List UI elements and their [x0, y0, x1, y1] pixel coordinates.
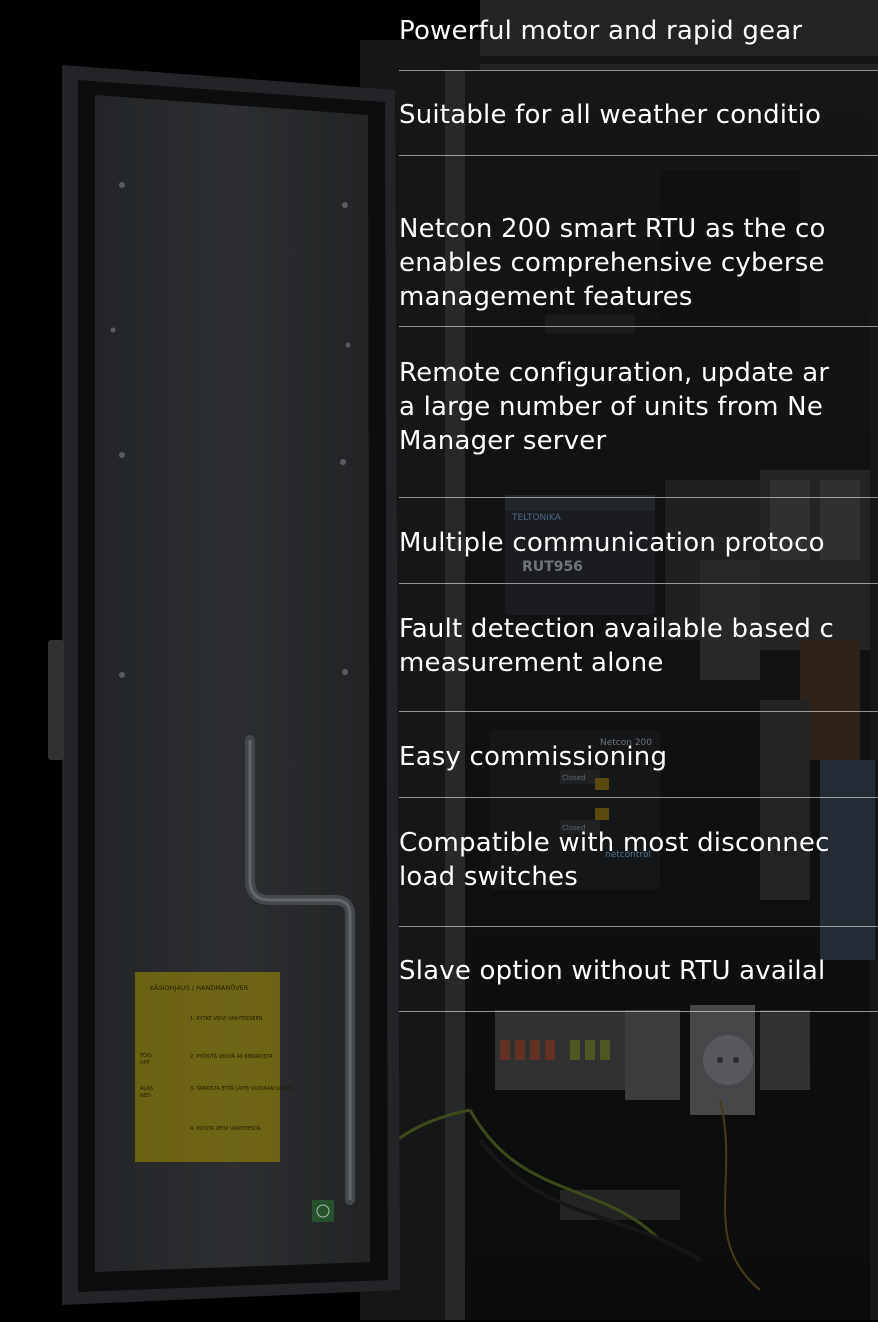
divider	[399, 926, 878, 927]
feature-item: Slave option without RTU availal	[399, 954, 878, 988]
feature-text: a large number of units from Ne	[399, 392, 824, 422]
svg-text:Closed: Closed	[562, 774, 586, 782]
feature-text: Easy commissioning	[399, 742, 668, 772]
feature-item: Netcon 200 smart RTU as the co enables c…	[399, 212, 878, 314]
svg-text:ALAS: ALAS	[140, 1086, 153, 1092]
feature-text: Compatible with most disconnec	[399, 828, 830, 858]
feature-text: Multiple communication protoco	[399, 528, 825, 558]
divider	[399, 70, 878, 71]
divider	[399, 155, 878, 156]
feature-item: Remote configuration, update ar a large …	[399, 356, 878, 458]
feature-item: Easy commissioning	[399, 740, 878, 774]
feature-item: Fault detection available based c measur…	[399, 612, 878, 680]
svg-text:1. KYTKE VEIVI VAIHTEESEEN: 1. KYTKE VEIVI VAIHTEESEEN	[190, 1016, 263, 1022]
feature-text: load switches	[399, 862, 578, 892]
divider	[399, 1011, 878, 1012]
divider	[399, 711, 878, 712]
ground-icon	[312, 1200, 334, 1222]
divider	[399, 797, 878, 798]
feature-text: Suitable for all weather conditio	[399, 100, 822, 130]
feature-text: enables comprehensive cyberse	[399, 248, 825, 278]
router-model: RUT956	[522, 559, 583, 575]
feature-text: Fault detection available based c	[399, 614, 834, 644]
feature-item: Powerful motor and rapid gear	[399, 14, 878, 48]
svg-text:TÖIS: TÖIS	[139, 1052, 152, 1059]
feature-item: Suitable for all weather conditio	[399, 98, 878, 132]
divider	[399, 497, 878, 498]
divider	[399, 326, 878, 327]
svg-text:NED: NED	[140, 1093, 151, 1099]
feature-text: Remote configuration, update ar	[399, 358, 830, 388]
svg-text:4. POISTA VEIVI VAIHTEESTA: 4. POISTA VEIVI VAIHTEESTA	[190, 1126, 261, 1132]
feature-item: Multiple communication protoco	[399, 526, 878, 560]
feature-item: Compatible with most disconnec load swit…	[399, 826, 878, 894]
feature-text: Manager server	[399, 426, 607, 456]
feature-text: Powerful motor and rapid gear	[399, 16, 803, 46]
svg-text:3. TARKISTA ETTÄ LAITE VOIDAAN: 3. TARKISTA ETTÄ LAITE VOIDAAN LUKITA	[190, 1085, 293, 1092]
feature-text: Slave option without RTU availal	[399, 956, 826, 986]
feature-text: management features	[399, 282, 693, 312]
feature-text: measurement alone	[399, 648, 664, 678]
svg-text:2. PYÖRITÄ VEIVIÄ 40 KIERROSTA: 2. PYÖRITÄ VEIVIÄ 40 KIERROSTA	[190, 1053, 273, 1060]
feature-text: Netcon 200 smart RTU as the co	[399, 214, 826, 244]
router-brand: TELTONIKA	[511, 513, 562, 523]
cabinet-door: KÄSIOHJAUS / HANDMANÖVER 1. KYTKE VEIVI …	[48, 65, 400, 1305]
divider	[399, 583, 878, 584]
svg-text:UPP: UPP	[140, 1060, 150, 1066]
manual-operation-label: KÄSIOHJAUS / HANDMANÖVER 1. KYTKE VEIVI …	[135, 972, 293, 1162]
svg-text:KÄSIOHJAUS / HANDMANÖVER: KÄSIOHJAUS / HANDMANÖVER	[150, 983, 249, 992]
